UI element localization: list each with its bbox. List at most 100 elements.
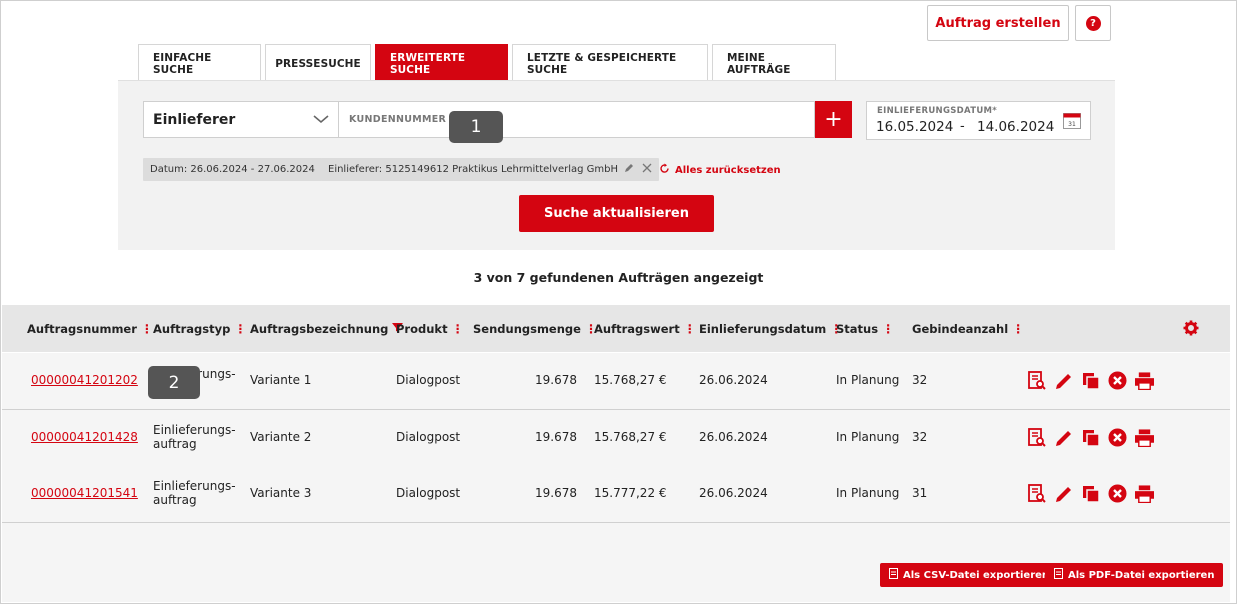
- status: In Planung: [836, 430, 900, 444]
- date-to: 14.06.2024: [977, 119, 1055, 135]
- customer-number-input[interactable]: KUNDENNUMMER: [338, 101, 815, 138]
- update-search-button[interactable]: Suche aktualisieren: [519, 195, 714, 232]
- file-icon: [889, 568, 898, 582]
- filter-chip-date: Datum: 26.06.2024 - 27.06.2024: [143, 158, 322, 181]
- col-header-auftragswert[interactable]: Auftragswert ⋮: [594, 322, 696, 336]
- order-number-link[interactable]: 00000041201428: [31, 430, 138, 444]
- printer-icon[interactable]: [1135, 484, 1154, 503]
- document-search-icon[interactable]: [1027, 428, 1046, 447]
- annotation-marker-2: 2: [148, 366, 200, 399]
- order-name: Variante 3: [250, 486, 312, 500]
- file-icon: [1054, 568, 1063, 582]
- product: Dialogpost: [396, 373, 461, 387]
- help-button[interactable]: ?: [1075, 5, 1111, 41]
- copy-icon[interactable]: [1081, 428, 1100, 447]
- kebab-menu-icon: ⋮: [1012, 322, 1025, 336]
- row-actions: [1027, 484, 1154, 503]
- date-separator: -: [960, 119, 965, 134]
- plus-icon: +: [824, 106, 843, 132]
- criteria-select-value: Einlieferer: [153, 111, 236, 128]
- col-header-auftragstyp[interactable]: Auftragstyp ⋮: [153, 322, 246, 336]
- delivery-date: 26.06.2024: [699, 430, 768, 444]
- search-tabs: EINFACHE SUCHE PRESSESUCHE ERWEITERTE SU…: [138, 42, 840, 82]
- create-order-button[interactable]: Auftrag erstellen: [927, 5, 1069, 41]
- pencil-icon[interactable]: [624, 163, 634, 176]
- col-header-gebindeanzahl[interactable]: Gebindeanzahl ⋮: [912, 322, 1024, 336]
- kebab-menu-icon: ⋮: [683, 322, 696, 336]
- export-csv-label: Als CSV-Datei exportieren: [903, 569, 1050, 581]
- printer-icon[interactable]: [1135, 428, 1154, 447]
- result-count: 3 von 7 gefundenen Aufträgen angezeigt: [473, 270, 764, 285]
- annotation-marker-1: 1: [449, 111, 503, 143]
- kebab-menu-icon: ⋮: [882, 322, 895, 336]
- shipment-quantity: 19.678: [535, 486, 577, 500]
- pencil-icon[interactable]: [1054, 484, 1073, 503]
- col-header-produkt[interactable]: Produkt ⋮: [396, 322, 464, 336]
- chevron-down-icon: [312, 113, 330, 129]
- filter-chip-einlieferer-label: Einlieferer: 5125149612 Praktikus Lehrmi…: [328, 164, 619, 175]
- reset-all-label: Alles zurücksetzen: [675, 164, 781, 176]
- order-value: 15.768,27 €: [594, 430, 667, 444]
- filter-chip-einlieferer: Einlieferer: 5125149612 Praktikus Lehrmi…: [321, 158, 660, 181]
- row-actions: [1027, 428, 1154, 447]
- cancel-icon[interactable]: [1108, 484, 1127, 503]
- tab-meine-auftraege[interactable]: MEINE AUFTRÄGE: [712, 44, 836, 82]
- col-header-sendungsmenge[interactable]: Sendungsmenge ⋮: [473, 322, 597, 336]
- order-type: Einlieferungs-auftrag: [153, 423, 236, 451]
- order-number-link[interactable]: 00000041201202: [31, 373, 138, 387]
- gear-icon[interactable]: [1183, 320, 1199, 339]
- document-search-icon[interactable]: [1027, 371, 1046, 390]
- status: In Planung: [836, 486, 900, 500]
- kebab-menu-icon: ⋮: [234, 322, 247, 336]
- delivery-date: 26.06.2024: [699, 486, 768, 500]
- tab-einfache-suche[interactable]: EINFACHE SUCHE: [138, 44, 261, 82]
- tab-letzte-gespeicherte-suche[interactable]: LETZTE & GESPEICHERTE SUCHE: [512, 44, 708, 82]
- close-icon[interactable]: [642, 163, 652, 176]
- delivery-date-label: EINLIEFERUNGSDATUM*: [877, 106, 998, 116]
- table-header: Auftragsnummer ⋮ Auftragstyp ⋮ Auftragsbez…: [2, 305, 1230, 352]
- reset-all-button[interactable]: Alles zurücksetzen: [659, 163, 781, 177]
- filter-chip-date-label: Datum: 26.06.2024 - 27.06.2024: [150, 164, 315, 175]
- table-row: 00000041201428 Einlieferungs-auftrag Var…: [2, 410, 1230, 467]
- printer-icon[interactable]: [1135, 371, 1154, 390]
- delivery-date-range-field[interactable]: EINLIEFERUNGSDATUM* 16.05.2024 - 14.06.2…: [866, 101, 1091, 140]
- table-row: 00000041201541 Einlieferungs-auftrag Var…: [2, 466, 1230, 523]
- tab-pressesuche[interactable]: PRESSESUCHE: [265, 44, 371, 82]
- export-pdf-button[interactable]: Als PDF-Datei exportieren: [1045, 563, 1224, 587]
- order-value: 15.777,22 €: [594, 486, 667, 500]
- refresh-icon: [659, 163, 670, 177]
- order-type: Einlieferungs-auftrag: [153, 479, 236, 507]
- date-from: 16.05.2024: [876, 119, 954, 135]
- col-header-einlieferungsdatum[interactable]: Einlieferungsdatum ⋮: [699, 322, 842, 336]
- pencil-icon[interactable]: [1054, 371, 1073, 390]
- pencil-icon[interactable]: [1054, 428, 1073, 447]
- cancel-icon[interactable]: [1108, 371, 1127, 390]
- tab-erweiterte-suche[interactable]: ERWEITERTE SUCHE: [375, 44, 508, 82]
- status: In Planung: [836, 373, 900, 387]
- container-count: 31: [912, 486, 928, 500]
- row-actions: [1027, 371, 1154, 390]
- calendar-icon[interactable]: 31: [1063, 112, 1081, 132]
- document-search-icon[interactable]: [1027, 484, 1046, 503]
- order-number-link[interactable]: 00000041201541: [31, 486, 138, 500]
- export-csv-button[interactable]: Als CSV-Datei exportieren: [880, 563, 1059, 587]
- export-pdf-label: Als PDF-Datei exportieren: [1068, 569, 1215, 581]
- shipment-quantity: 19.678: [535, 373, 577, 387]
- cancel-icon[interactable]: [1108, 428, 1127, 447]
- order-name: Variante 1: [250, 373, 312, 387]
- copy-icon[interactable]: [1081, 484, 1100, 503]
- calendar-day: 31: [1068, 121, 1076, 128]
- col-header-auftragsbezeichnung[interactable]: Auftragsbezeichnung: [250, 322, 404, 336]
- col-header-auftragsnummer[interactable]: Auftragsnummer ⋮: [27, 322, 153, 336]
- help-icon: ?: [1085, 15, 1101, 31]
- shipment-quantity: 19.678: [535, 430, 577, 444]
- copy-icon[interactable]: [1081, 371, 1100, 390]
- container-count: 32: [912, 430, 928, 444]
- criteria-select[interactable]: Einlieferer: [143, 101, 339, 138]
- order-name: Variante 2: [250, 430, 312, 444]
- col-header-status[interactable]: Status ⋮: [836, 322, 894, 336]
- product: Dialogpost: [396, 430, 461, 444]
- add-criteria-button[interactable]: +: [815, 101, 852, 138]
- delivery-date: 26.06.2024: [699, 373, 768, 387]
- kebab-menu-icon: ⋮: [451, 322, 464, 336]
